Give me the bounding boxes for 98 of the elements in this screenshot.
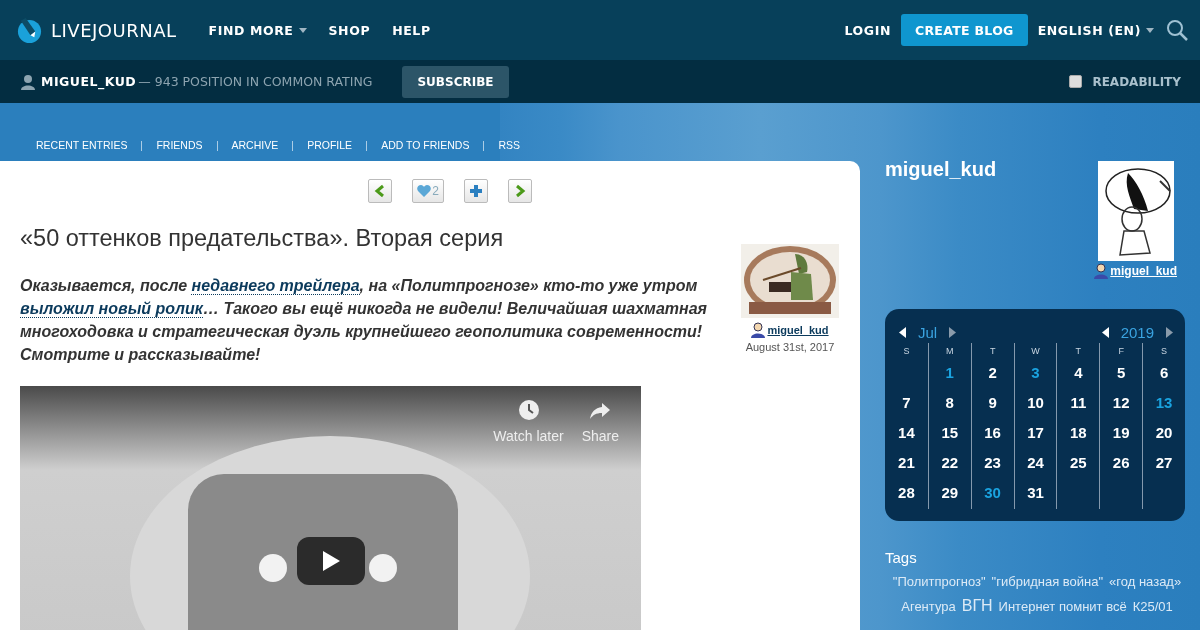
heart-icon	[417, 184, 432, 198]
tag-link[interactable]: К25/01	[1132, 599, 1173, 614]
weekday-label: M	[946, 345, 954, 358]
tag-link[interactable]: «год назад»	[1109, 574, 1182, 589]
journal-nav-link[interactable]: FRIENDS	[156, 139, 203, 151]
calendar-day: 23	[984, 449, 1001, 479]
tags-heading: Tags	[885, 549, 918, 566]
weekday-label: W	[1031, 345, 1040, 358]
calendar-day: 11	[1070, 389, 1087, 419]
calendar-day: 29	[941, 479, 959, 509]
calendar-day: 25	[1070, 449, 1087, 479]
journal-nav-link[interactable]: ADD TO FRIENDS	[381, 139, 470, 151]
create-blog-button[interactable]: CREATE BLOG	[900, 14, 1028, 46]
like-count: 2	[432, 184, 439, 198]
weekday-label: S	[903, 345, 910, 358]
journal-nav-link[interactable]: PROFILE	[307, 139, 353, 151]
readability-checkbox[interactable]	[1069, 75, 1083, 88]
calendar-day: 9	[988, 389, 997, 419]
journal-nav-link[interactable]: RECENT ENTRIES	[36, 139, 128, 151]
username-link[interactable]: MIGUEL_KUD	[41, 74, 137, 89]
calendar-day: 31	[1027, 479, 1044, 509]
tag-link[interactable]: "Политпрогноз"	[892, 574, 986, 589]
calendar-day: 22	[941, 449, 959, 479]
caret-icon	[1146, 27, 1154, 33]
subscribe-button[interactable]: SUBSCRIBE	[402, 65, 509, 98]
chevron-left-icon	[373, 184, 387, 198]
journal-nav-link[interactable]: ARCHIVE	[231, 139, 279, 151]
calendar-day: 15	[941, 419, 959, 449]
calendar-day: 18	[1070, 419, 1087, 449]
calendar-day: 16	[984, 419, 1001, 449]
weekday-label: T	[989, 345, 996, 358]
readability-label[interactable]: READABILITY	[1092, 74, 1181, 89]
post-date: August 31st, 2017	[745, 341, 835, 353]
calendar-day: 27	[1155, 449, 1173, 479]
arrow-left-icon[interactable]	[899, 327, 906, 338]
post-intro: Оказывается, после недавнего трейлера, на «Политпрогнозе» кто-то уже утром выложил новый ролик… Такого вы ещё никогда не видели! Величайшая шахматная многоходовка и стратегическая дуэль крупнейшего геополитика современности! Смотрите и рассказывайте!	[20, 276, 709, 365]
calendar-day: 26	[1112, 449, 1130, 479]
tag-link[interactable]: "гибридная война"	[991, 574, 1104, 589]
watch-later-button[interactable]: Watch later	[493, 398, 564, 444]
calendar-day: 8	[945, 389, 954, 419]
username-link[interactable]: miguel_kud	[1110, 264, 1177, 278]
text-link[interactable]: выложил новый ролик	[20, 300, 203, 318]
caret-icon	[298, 27, 307, 33]
play-button[interactable]	[297, 537, 365, 585]
nav-link[interactable]: FIND MORE	[208, 22, 307, 38]
person-icon	[20, 73, 36, 90]
journal-title: miguel_kud	[885, 158, 997, 181]
journal-nav-link[interactable]: RSS	[498, 139, 520, 151]
user-icon	[1094, 263, 1109, 279]
calendar-day: 20	[1155, 419, 1173, 449]
logo-icon[interactable]	[16, 16, 43, 44]
calendar-day: 6	[1159, 359, 1169, 389]
post-title: «50 оттенков предательства». Вторая серия	[20, 225, 505, 252]
rating-text: — 943 POSITION IN COMMON RATING	[138, 74, 373, 89]
month-link[interactable]: Jul	[918, 324, 938, 341]
calendar-day: 17	[1027, 419, 1044, 449]
year-link[interactable]: 2019	[1120, 324, 1154, 341]
tag-link[interactable]: ВГН	[961, 597, 993, 615]
weekday-label: T	[1075, 345, 1082, 358]
nav-link[interactable]: HELP	[392, 22, 431, 38]
text-link[interactable]: недавнего трейлера	[191, 277, 360, 295]
play-icon	[321, 550, 341, 572]
calendar-day: 4	[1074, 359, 1083, 389]
clock-icon	[516, 398, 541, 422]
calendar-day: 2	[988, 359, 997, 389]
nav-link[interactable]: SHOP	[328, 22, 371, 38]
author-link[interactable]: miguel_kud	[767, 324, 829, 336]
calendar-day: 12	[1112, 389, 1130, 419]
search-icon[interactable]	[1166, 19, 1188, 41]
arrow-right-icon[interactable]	[1166, 327, 1173, 338]
calendar-day: 7	[902, 389, 911, 419]
next-entry-button[interactable]	[508, 179, 532, 203]
weekday-label: S	[1161, 345, 1168, 358]
calendar-day: 24	[1027, 449, 1044, 479]
calendar-day: 21	[898, 449, 915, 479]
calendar-day[interactable]: 1	[945, 359, 954, 389]
language-menu[interactable]: ENGLISH (EN)	[1037, 22, 1154, 38]
arrow-right-icon[interactable]	[949, 327, 957, 338]
login-link[interactable]: LOGIN	[844, 22, 891, 38]
weekday-label: F	[1118, 345, 1124, 358]
calendar-day[interactable]: 3	[1031, 359, 1040, 389]
calendar-day[interactable]: 13	[1155, 389, 1173, 419]
tag-link[interactable]: Агентура	[901, 599, 956, 614]
tag-link[interactable]: Интернет помнит всё	[998, 599, 1127, 614]
calendar-day: 10	[1027, 389, 1044, 419]
calendar-day: 19	[1112, 419, 1130, 449]
calendar-day: 28	[898, 479, 915, 509]
previous-entry-button[interactable]	[368, 179, 392, 203]
chevron-right-icon	[513, 184, 527, 198]
calendar-day: 5	[1117, 359, 1126, 389]
calendar-day[interactable]: 30	[984, 479, 1001, 509]
add-button[interactable]	[464, 179, 488, 203]
logo-text[interactable]: LIVEJOURNAL	[51, 19, 177, 41]
user-icon	[751, 322, 766, 338]
share-button[interactable]: Share	[581, 398, 619, 444]
calendar-day: 14	[898, 419, 915, 449]
arrow-left-icon[interactable]	[1101, 327, 1109, 338]
plus-icon	[469, 184, 483, 198]
